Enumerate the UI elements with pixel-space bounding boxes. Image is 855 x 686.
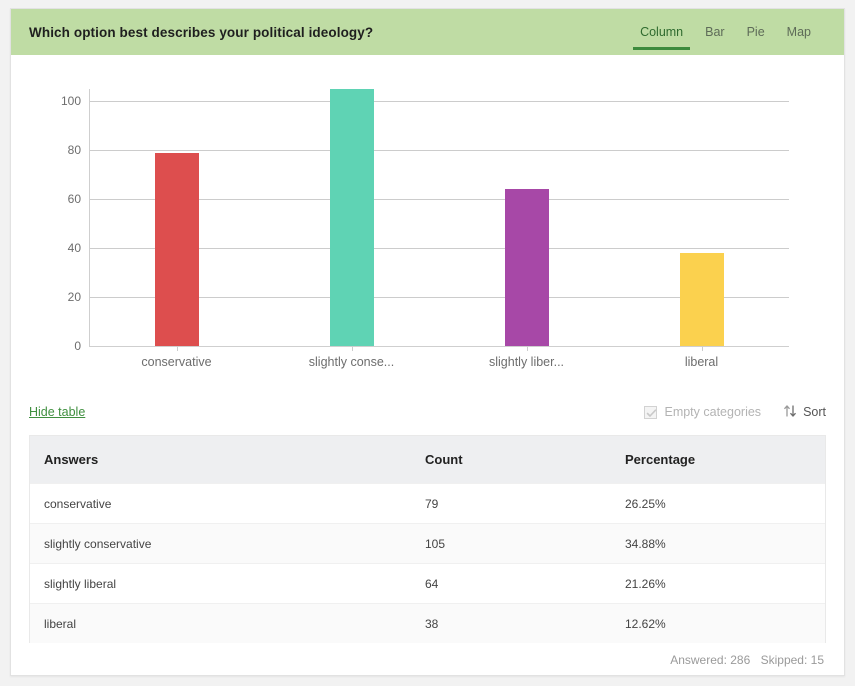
table-body: conservative 79 26.25% slightly conservativ…: [30, 483, 825, 643]
x-axis-tick-label: liberal: [684, 355, 719, 369]
table-row: slightly conservative 105 34.88%: [30, 523, 825, 563]
x-axis-tick-mark: [701, 346, 703, 351]
column-chart: 100 80 60 40 20 0 conservative slightly conse.…: [11, 55, 844, 395]
checkbox-icon[interactable]: [644, 405, 658, 419]
empty-categories-toggle[interactable]: Empty categories: [644, 405, 761, 419]
cell-percentage: 26.25%: [625, 496, 666, 511]
x-axis-tick-label: slightly conse...: [308, 355, 395, 369]
cell-answer: conservative: [44, 496, 112, 511]
bar-series: [89, 89, 789, 351]
cell-count: 79: [425, 496, 439, 511]
chart-bar[interactable]: [154, 152, 199, 346]
chart-type-tabs: Column Bar Pie Map: [629, 9, 822, 55]
bar-slot: [89, 89, 264, 351]
results-table: Answers Count Percentage conservative 79 2…: [29, 435, 826, 643]
y-axis-tick-label: 60: [67, 192, 81, 207]
cell-percentage: 21.26%: [625, 576, 666, 591]
chart-bar[interactable]: [329, 89, 374, 346]
bar-slot: [264, 89, 439, 351]
y-axis-tick-label: 0: [74, 339, 81, 353]
x-axis-tick-label: slightly liber...: [488, 355, 565, 369]
cell-count: 64: [425, 576, 439, 591]
question-results-card: Which option best describes your politic…: [10, 8, 845, 676]
x-axis-line: [89, 346, 789, 347]
card-header: Which option best describes your politic…: [11, 9, 844, 55]
cell-percentage: 34.88%: [625, 536, 666, 551]
tab-pie[interactable]: Pie: [736, 9, 776, 55]
tab-bar[interactable]: Bar: [694, 9, 735, 55]
answered-count: Answered: 286: [670, 653, 751, 667]
tab-map[interactable]: Map: [776, 9, 822, 55]
column-header-percentage: Percentage: [625, 452, 696, 467]
table-controls: Hide table Empty categories Sort: [29, 395, 826, 429]
x-axis-labels: conservative slightly conse... slightly li…: [89, 355, 789, 369]
y-axis-tick-label: 80: [67, 143, 81, 158]
y-axis-ticks: 100 80 60 40 20 0: [11, 89, 81, 353]
x-axis-tick-mark: [526, 346, 528, 351]
controls-right: Empty categories Sort: [644, 404, 826, 421]
y-axis-tick-label: 20: [67, 290, 81, 305]
cell-count: 38: [425, 616, 439, 631]
cell-count: 105: [425, 536, 446, 551]
skipped-count: Skipped: 15: [760, 653, 824, 667]
table-row: liberal 38 12.62%: [30, 603, 825, 643]
sort-arrows-icon: [783, 404, 797, 421]
table-header-row: Answers Count Percentage: [30, 436, 825, 483]
table-row: slightly liberal 64 21.26%: [30, 563, 825, 603]
bar-slot: [439, 89, 614, 351]
chart-bar[interactable]: [679, 253, 724, 346]
hide-table-link[interactable]: Hide table: [29, 405, 85, 419]
page-title: Which option best describes your politic…: [29, 24, 374, 40]
bar-slot: [614, 89, 789, 351]
cell-answer: slightly conservative: [44, 536, 152, 551]
x-axis-tick-label: conservative: [141, 355, 212, 369]
sort-button[interactable]: Sort: [783, 404, 826, 421]
column-header-answers: Answers: [44, 452, 99, 467]
empty-categories-label: Empty categories: [664, 405, 762, 419]
cell-answer: liberal: [44, 616, 77, 631]
table-row: conservative 79 26.25%: [30, 483, 825, 523]
y-axis-tick-label: 40: [67, 241, 81, 256]
x-axis-tick-mark: [351, 346, 353, 351]
x-axis-tick-mark: [176, 346, 178, 351]
column-header-count: Count: [425, 452, 463, 467]
cell-answer: slightly liberal: [44, 576, 117, 591]
chart-bar[interactable]: [504, 189, 549, 346]
cell-percentage: 12.62%: [625, 616, 666, 631]
y-axis-tick-label: 100: [60, 94, 81, 109]
tab-column[interactable]: Column: [629, 9, 694, 55]
sort-label: Sort: [803, 405, 826, 419]
response-summary: Answered: 286 Skipped: 15: [663, 653, 824, 667]
